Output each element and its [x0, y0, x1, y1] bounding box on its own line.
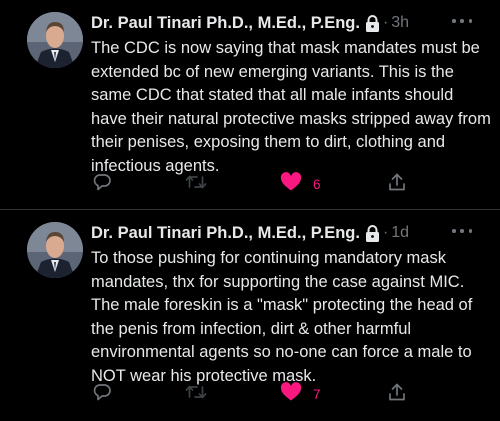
- tweet-text: The CDC is now saying that mask mandates…: [91, 39, 491, 175]
- retweet-button[interactable]: [185, 382, 207, 407]
- share-icon: [387, 382, 407, 407]
- author-name[interactable]: Dr. Paul Tinari Ph.D., M.Ed., P.Eng.: [91, 14, 360, 33]
- retweet-button[interactable]: [185, 172, 207, 197]
- tweet[interactable]: Dr. Paul Tinari Ph.D., M.Ed., P.Eng. · 3…: [0, 0, 500, 210]
- avatar[interactable]: [27, 12, 83, 68]
- heart-icon: [280, 172, 302, 197]
- reply-icon: [92, 382, 112, 407]
- tweet-header: Dr. Paul Tinari Ph.D., M.Ed., P.Eng. · 3…: [91, 12, 480, 34]
- share-icon: [387, 172, 407, 197]
- separator-dot: ·: [382, 224, 389, 241]
- reply-button[interactable]: [92, 172, 112, 197]
- like-count: 6: [313, 177, 321, 192]
- share-button[interactable]: [387, 172, 407, 197]
- reply-button[interactable]: [92, 382, 112, 407]
- heart-icon: [280, 382, 302, 407]
- tweet-text: To those pushing for continuing mandator…: [91, 249, 473, 385]
- more-icon[interactable]: [452, 224, 472, 238]
- retweet-icon: [185, 382, 207, 407]
- lock-icon: [365, 224, 380, 242]
- like-button[interactable]: 6: [280, 172, 321, 197]
- author-name[interactable]: Dr. Paul Tinari Ph.D., M.Ed., P.Eng.: [91, 224, 360, 243]
- reply-icon: [92, 172, 112, 197]
- like-button[interactable]: 7: [280, 382, 321, 407]
- timestamp[interactable]: 1d: [391, 224, 409, 242]
- like-count: 7: [313, 387, 321, 402]
- more-icon[interactable]: [452, 14, 472, 28]
- share-button[interactable]: [387, 382, 407, 407]
- tweet-actions: 6: [82, 166, 432, 202]
- lock-icon: [365, 14, 380, 32]
- avatar[interactable]: [27, 222, 83, 278]
- tweet-header: Dr. Paul Tinari Ph.D., M.Ed., P.Eng. · 1…: [91, 222, 480, 244]
- tweet[interactable]: Dr. Paul Tinari Ph.D., M.Ed., P.Eng. · 1…: [0, 210, 500, 421]
- tweet-actions: 7: [82, 376, 432, 412]
- separator-dot: ·: [382, 14, 389, 31]
- timestamp[interactable]: 3h: [391, 14, 409, 32]
- retweet-icon: [185, 172, 207, 197]
